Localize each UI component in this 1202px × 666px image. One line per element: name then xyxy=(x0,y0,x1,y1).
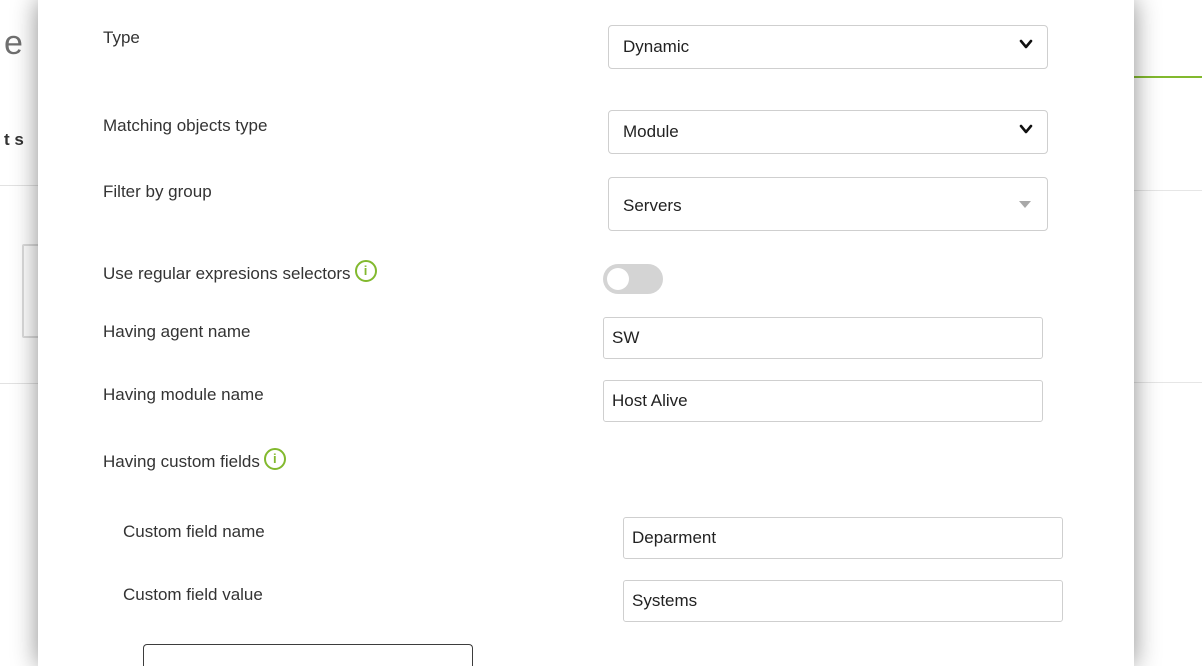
matching-objects-type-label: Matching objects type xyxy=(103,116,268,135)
custom-field-value-label: Custom field value xyxy=(123,585,263,604)
type-select-value: Dynamic xyxy=(623,37,690,56)
chevron-down-icon xyxy=(1019,124,1033,134)
header-accent-line xyxy=(1134,76,1202,78)
info-icon[interactable]: i xyxy=(263,448,286,470)
divider xyxy=(1134,190,1202,191)
toggle-knob xyxy=(607,268,629,290)
background-page-title: e xyxy=(4,24,23,62)
custom-fields-list-box[interactable] xyxy=(143,644,473,666)
agent-name-input[interactable]: SW xyxy=(603,317,1043,359)
custom-field-value-input[interactable]: Systems xyxy=(623,580,1063,622)
type-select[interactable]: Dynamic xyxy=(608,25,1048,69)
background-page-right xyxy=(1134,0,1202,666)
modal-dialog: Type Dynamic Matching objects type Modul… xyxy=(38,0,1134,666)
custom-fields-label-text: Having custom fields xyxy=(103,452,260,471)
custom-fields-label: Having custom fields i xyxy=(103,448,286,472)
custom-field-name-input[interactable]: Deparment xyxy=(623,517,1063,559)
divider xyxy=(0,185,38,186)
divider xyxy=(1134,382,1202,383)
custom-field-name-label: Custom field name xyxy=(123,522,265,541)
agent-name-label: Having agent name xyxy=(103,322,251,341)
background-panel xyxy=(22,244,38,338)
background-page-left: e t s xyxy=(0,0,38,666)
regex-selectors-label-text: Use regular expresions selectors xyxy=(103,264,351,283)
filter-by-group-label: Filter by group xyxy=(103,182,212,201)
divider xyxy=(0,383,38,384)
module-name-input[interactable]: Host Alive xyxy=(603,380,1043,422)
background-section-title: t s xyxy=(4,130,24,149)
chevron-down-icon xyxy=(1019,39,1033,49)
matching-objects-type-select[interactable]: Module xyxy=(608,110,1048,154)
matching-objects-type-value: Module xyxy=(623,122,679,141)
filter-by-group-value: Servers xyxy=(623,196,682,215)
caret-down-icon xyxy=(1019,201,1031,208)
info-icon[interactable]: i xyxy=(354,260,377,282)
type-label: Type xyxy=(103,28,140,47)
filter-by-group-combo[interactable]: Servers xyxy=(608,177,1048,231)
regex-selectors-toggle[interactable] xyxy=(603,264,663,294)
module-name-label: Having module name xyxy=(103,385,264,404)
regex-selectors-label: Use regular expresions selectors i xyxy=(103,260,377,284)
